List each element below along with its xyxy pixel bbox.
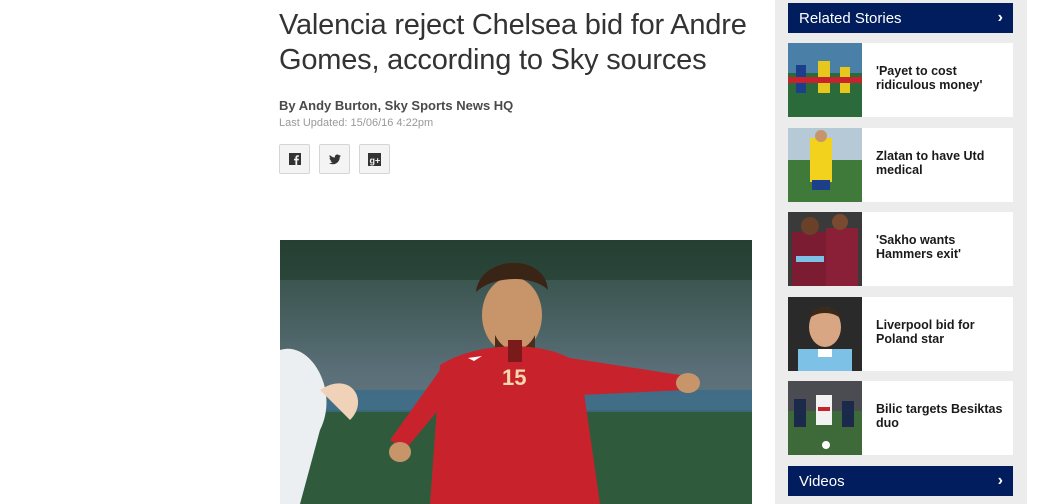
sidebar: Related Stories › 'Payet to cost ridicul…: [775, 0, 1027, 504]
story-title: Zlatan to have Utd medical: [876, 149, 985, 177]
story-thumbnail: [788, 128, 862, 202]
hero-jersey-number: 15: [502, 365, 526, 390]
article: Valencia reject Chelsea bid for Andre Go…: [279, 0, 754, 174]
google-plus-share-button[interactable]: g+: [359, 144, 390, 174]
story-title: Liverpool bid for Poland star: [876, 318, 975, 346]
last-updated: Last Updated: 15/06/16 4:22pm: [279, 117, 434, 129]
related-story[interactable]: 'Payet to cost ridiculous money': [788, 43, 1013, 117]
google-plus-icon: g+: [368, 152, 381, 166]
story-thumbnail: [788, 43, 862, 117]
videos-header[interactable]: Videos ›: [788, 466, 1013, 496]
article-headline: Valencia reject Chelsea bid for Andre Go…: [279, 9, 747, 76]
twitter-share-button[interactable]: [319, 144, 350, 174]
facebook-icon: [288, 153, 301, 165]
related-story[interactable]: Zlatan to have Utd medical: [788, 128, 1013, 202]
story-thumbnail: [788, 212, 862, 286]
related-story[interactable]: Liverpool bid for Poland star: [788, 297, 1013, 371]
facebook-share-button[interactable]: [279, 144, 310, 174]
story-thumbnail: [788, 381, 862, 455]
chevron-right-icon: ›: [997, 472, 1003, 489]
story-title: 'Sakho wants Hammers exit': [876, 233, 961, 261]
related-stories-header[interactable]: Related Stories ›: [788, 3, 1013, 33]
story-title: Bilic targets Besiktas duo: [876, 402, 1003, 430]
related-story[interactable]: Bilic targets Besiktas duo: [788, 381, 1013, 455]
hero-image: 15: [280, 240, 752, 504]
article-byline: By Andy Burton, Sky Sports News HQ: [279, 98, 514, 113]
videos-heading: Videos: [799, 472, 845, 490]
twitter-icon: [328, 154, 341, 164]
share-bar: g+: [279, 144, 754, 174]
chevron-right-icon: ›: [997, 9, 1003, 26]
related-stories-heading: Related Stories: [799, 9, 902, 27]
story-title: 'Payet to cost ridiculous money': [876, 64, 983, 92]
story-thumbnail: [788, 297, 862, 371]
related-story[interactable]: 'Sakho wants Hammers exit': [788, 212, 1013, 286]
svg-text:g+: g+: [370, 155, 381, 165]
